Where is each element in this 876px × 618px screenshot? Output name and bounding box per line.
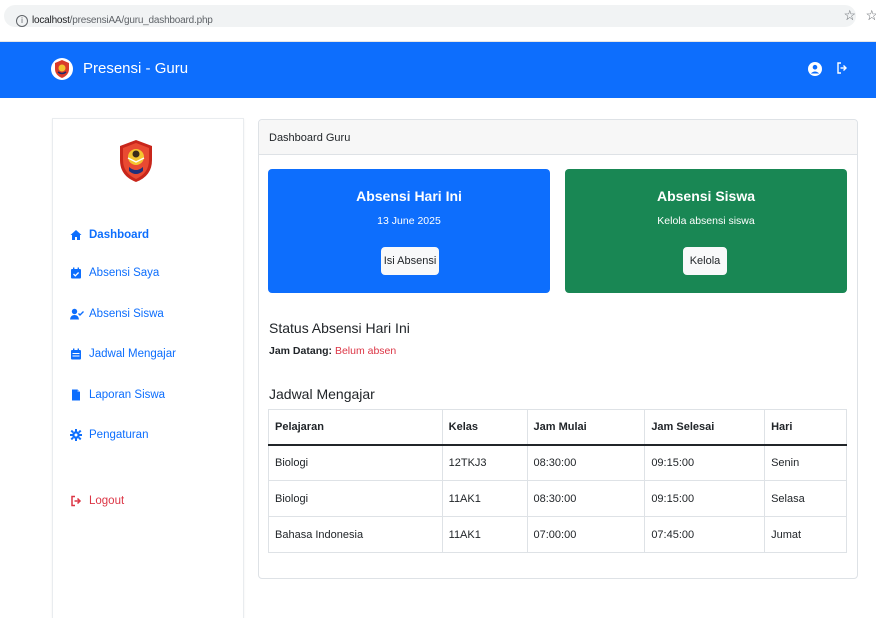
tile-title: Absensi Hari Ini xyxy=(356,188,462,204)
cell-hari: Jumat xyxy=(764,516,847,553)
sidebar-item-laporan-siswa[interactable]: Laporan Siswa xyxy=(70,389,165,401)
user-circle-icon[interactable] xyxy=(808,62,822,76)
sidebar-item-jadwal-mengajar[interactable]: Jadwal Mengajar xyxy=(70,348,176,360)
cell-jam-selesai: 09:15:00 xyxy=(644,480,766,517)
site-info-icon[interactable]: i xyxy=(16,15,28,27)
cell-jam-mulai: 08:30:00 xyxy=(526,444,646,481)
cell-kelas: 11AK1 xyxy=(441,480,528,517)
dashboard-card: Dashboard Guru Absensi Hari Ini 13 June … xyxy=(258,119,858,579)
gear-icon xyxy=(70,429,82,441)
table-row: Biologi 12TKJ3 08:30:00 09:15:00 Senin xyxy=(268,444,847,481)
table-header-row: Pelajaran Kelas Jam Mulai Jam Selesai Ha… xyxy=(268,409,847,446)
cell-jam-mulai: 07:00:00 xyxy=(526,516,646,553)
cell-pelajaran: Biologi xyxy=(268,444,443,481)
user-check-icon xyxy=(70,308,84,320)
top-navbar: Presensi - Guru xyxy=(0,42,876,98)
column-header: Pelajaran xyxy=(268,409,443,446)
jadwal-table: Pelajaran Kelas Jam Mulai Jam Selesai Ha… xyxy=(268,409,847,553)
sidebar-item-label: Pengaturan xyxy=(89,429,149,441)
card-header: Dashboard Guru xyxy=(259,120,857,155)
status-value: Belum absen xyxy=(334,345,397,357)
sidebar-item-label: Absensi Siswa xyxy=(89,308,164,320)
sign-out-icon xyxy=(70,495,82,507)
sidebar-item-label: Dashboard xyxy=(89,229,150,241)
absensi-hari-ini-tile: Absensi Hari Ini 13 June 2025 Isi Absens… xyxy=(268,169,550,293)
tile-subtitle: Kelola absensi siswa xyxy=(657,215,755,227)
page-title: Dashboard Guru xyxy=(269,132,351,144)
cell-jam-mulai: 08:30:00 xyxy=(526,480,646,517)
sidebar-item-absensi-saya[interactable]: Absensi Saya xyxy=(70,267,159,279)
sign-out-icon[interactable] xyxy=(836,62,848,74)
url-host: localhost xyxy=(32,15,70,26)
school-emblem-icon xyxy=(116,138,156,184)
column-header: Hari xyxy=(764,409,847,446)
kelola-button[interactable]: Kelola xyxy=(683,247,727,275)
sidebar-item-label: Absensi Saya xyxy=(89,267,160,279)
bookmark-star-icon[interactable]: ☆ xyxy=(843,7,856,24)
absensi-siswa-tile: Absensi Siswa Kelola absensi siswa Kelol… xyxy=(565,169,847,293)
sidebar-item-label: Jadwal Mengajar xyxy=(89,348,176,360)
home-icon xyxy=(70,229,82,241)
cell-hari: Senin xyxy=(764,444,847,481)
isi-absensi-button[interactable]: Isi Absensi xyxy=(381,247,439,275)
table-row: Bahasa Indonesia 11AK1 07:00:00 07:45:00… xyxy=(268,516,847,553)
navbar-brand[interactable]: Presensi - Guru xyxy=(83,60,188,77)
status-label: Jam Datang: xyxy=(269,345,333,357)
status-heading: Status Absensi Hari Ini xyxy=(269,320,410,336)
browser-address-bar: i localhost/presensiAA/guru_dashboard.ph… xyxy=(0,0,876,42)
cell-hari: Selasa xyxy=(764,480,847,517)
table-row: Biologi 11AK1 08:30:00 09:15:00 Selasa xyxy=(268,480,847,517)
tile-title: Absensi Siswa xyxy=(656,188,756,204)
column-header: Kelas xyxy=(441,409,528,446)
sidebar-item-absensi-siswa[interactable]: Absensi Siswa xyxy=(70,308,164,320)
school-logo-icon[interactable] xyxy=(51,58,73,80)
calendar-check-icon xyxy=(70,267,82,279)
column-header: Jam Mulai xyxy=(526,409,646,446)
sidebar-item-pengaturan[interactable]: Pengaturan xyxy=(70,429,148,441)
sidebar: Dashboard Absensi Saya Absensi Siswa Jad… xyxy=(52,118,244,618)
jadwal-heading: Jadwal Mengajar xyxy=(269,386,375,402)
sidebar-item-label: Laporan Siswa xyxy=(89,389,166,401)
status-line: Jam Datang: Belum absen xyxy=(269,345,396,357)
cell-pelajaran: Bahasa Indonesia xyxy=(268,516,443,553)
file-icon xyxy=(70,389,82,401)
url-field[interactable]: i localhost/presensiAA/guru_dashboard.ph… xyxy=(4,5,856,27)
column-header: Jam Selesai xyxy=(644,409,766,446)
url-text[interactable]: localhost/presensiAA/guru_dashboard.php xyxy=(32,15,213,26)
cell-pelajaran: Biologi xyxy=(268,480,443,517)
cell-jam-selesai: 07:45:00 xyxy=(644,516,766,553)
calendar-icon xyxy=(70,348,82,360)
sidebar-item-label: Logout xyxy=(89,495,125,507)
extensions-icon[interactable]: ☆ xyxy=(865,7,876,24)
url-path: /presensiAA/guru_dashboard.php xyxy=(69,15,213,26)
tile-date: 13 June 2025 xyxy=(377,215,441,227)
cell-jam-selesai: 09:15:00 xyxy=(644,444,766,481)
cell-kelas: 12TKJ3 xyxy=(441,444,528,481)
cell-kelas: 11AK1 xyxy=(441,516,528,553)
sidebar-item-dashboard[interactable]: Dashboard xyxy=(70,229,149,241)
sidebar-item-logout[interactable]: Logout xyxy=(70,495,124,507)
